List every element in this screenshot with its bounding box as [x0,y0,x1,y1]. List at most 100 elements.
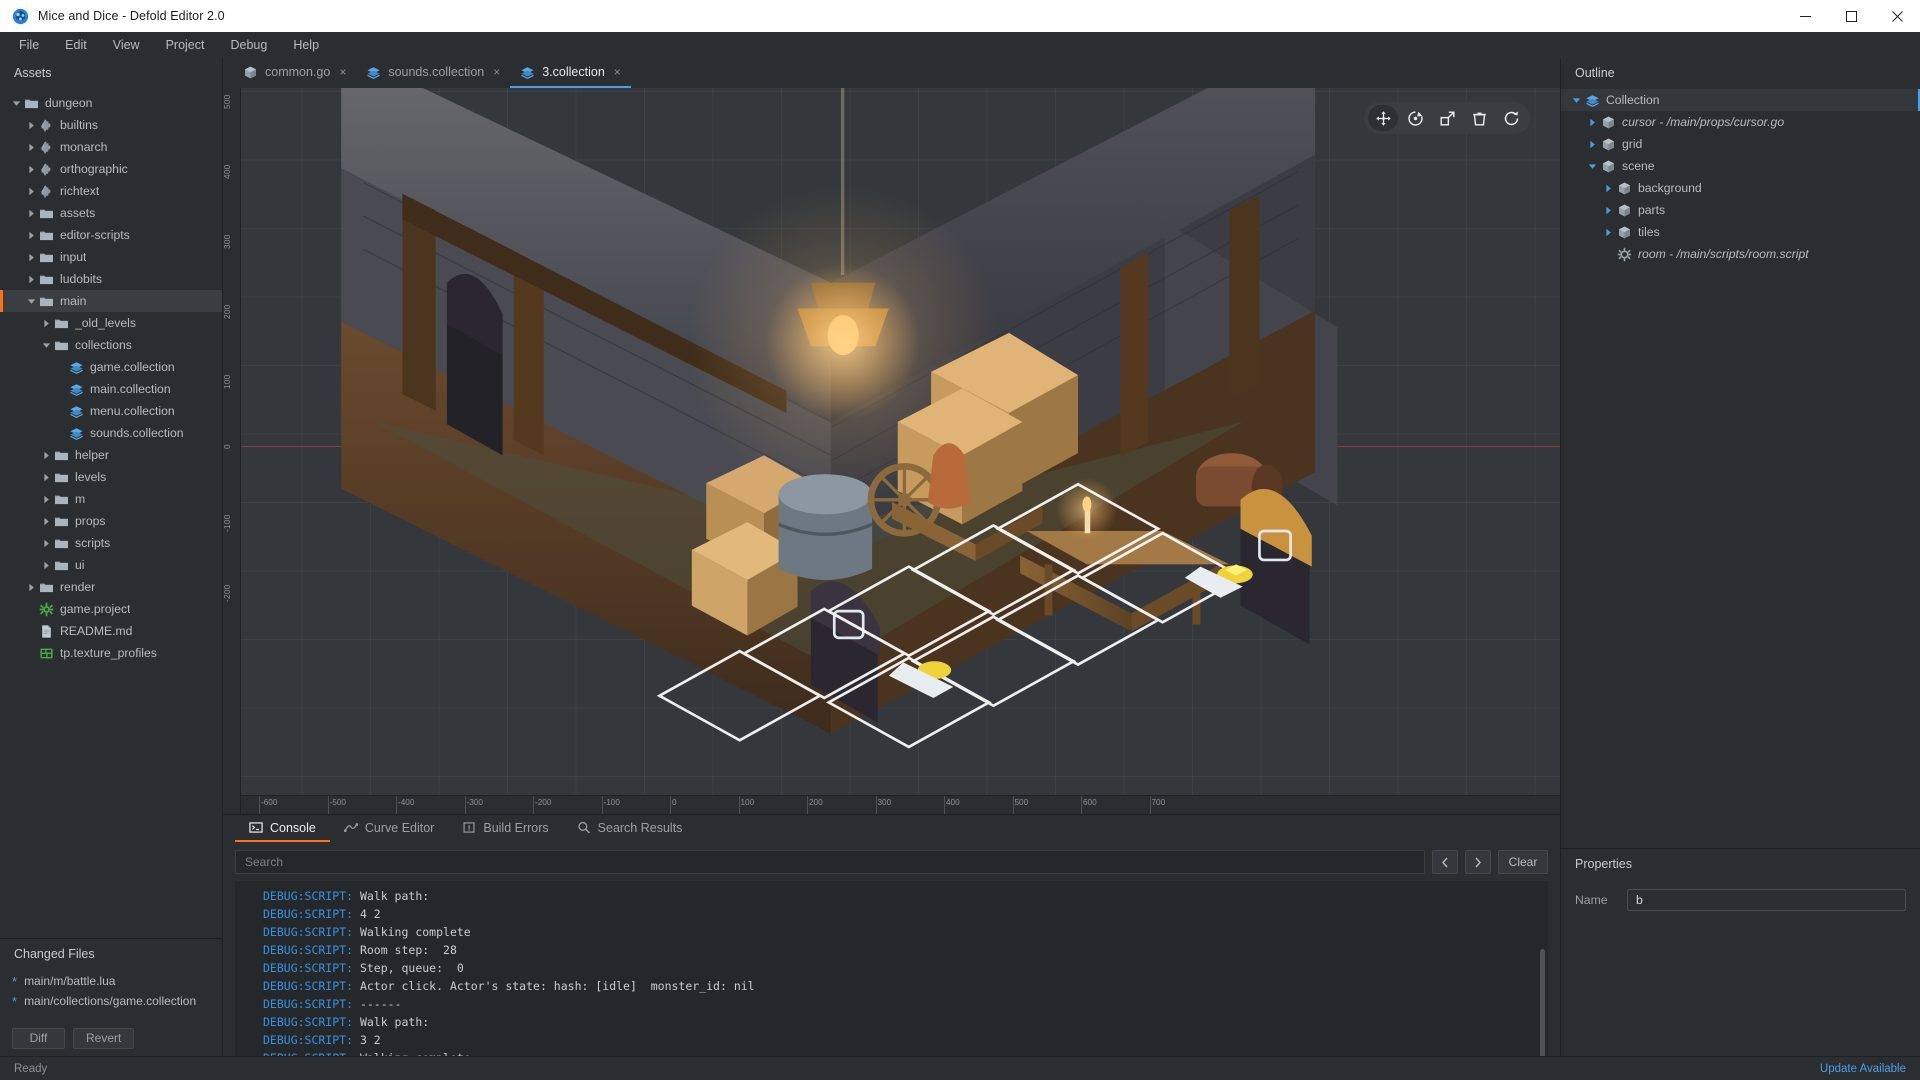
rotate-icon[interactable] [1400,105,1430,131]
maximize-icon[interactable] [1828,0,1874,32]
asset-tree-item[interactable]: collections [0,334,222,356]
twisty-icon[interactable] [1585,118,1599,127]
name-property-input[interactable] [1627,889,1906,911]
outline-tree-item[interactable]: grid [1561,133,1920,155]
move-icon[interactable] [1368,105,1398,131]
twisty-icon[interactable] [40,319,53,328]
asset-tree-item[interactable]: README.md [0,620,222,642]
twisty-icon[interactable] [1569,96,1583,105]
update-available-link[interactable]: Update Available [1820,1063,1906,1075]
twisty-icon[interactable] [1585,140,1599,149]
asset-tree-item[interactable]: richtext [0,180,222,202]
menu-file[interactable]: File [6,34,52,56]
asset-tree-item[interactable]: scripts [0,532,222,554]
editor-tab[interactable]: 3.collection × [510,58,631,88]
twisty-icon[interactable] [1601,228,1615,237]
clear-console-button[interactable]: Clear [1498,850,1548,874]
close-tab-icon[interactable]: × [493,65,500,79]
twisty-icon[interactable] [40,495,53,504]
console-output[interactable]: DEBUG:SCRIPT: Walk path: DEBUG:SCRIPT: 4 … [235,881,1548,1056]
menu-help[interactable]: Help [280,34,332,56]
asset-tree-item[interactable]: main [0,290,222,312]
twisty-icon[interactable] [25,121,38,130]
menu-debug[interactable]: Debug [217,34,280,56]
viewport-toolbar[interactable] [1364,102,1530,134]
dock-tab-bar[interactable]: Console Curve Editor Build Errors Search Re… [223,815,1560,842]
asset-tree-item[interactable]: helper [0,444,222,466]
assets-tree[interactable]: dungeon builtins monarch orthographic richte… [0,88,222,938]
asset-tree-item[interactable]: ui [0,554,222,576]
asset-tree-item[interactable]: monarch [0,136,222,158]
twisty-icon[interactable] [25,275,38,284]
asset-tree-item[interactable]: render [0,576,222,598]
revert-button[interactable]: Revert [73,1027,135,1049]
asset-tree-item[interactable]: tp.texture_profiles [0,642,222,664]
dock-tab[interactable]: Build Errors [448,815,562,842]
minimize-icon[interactable] [1782,0,1828,32]
asset-tree-item[interactable]: builtins [0,114,222,136]
dock-tab[interactable]: Console [235,815,330,842]
outline-tree-item[interactable]: scene [1561,155,1920,177]
menu-edit[interactable]: Edit [52,34,100,56]
editor-tab-bar[interactable]: common.go × sounds.collection × 3.collection… [223,58,1560,88]
outline-tree[interactable]: Collection cursor - /main/props/cursor.go… [1561,88,1920,848]
twisty-icon[interactable] [40,473,53,482]
asset-tree-item[interactable]: m [0,488,222,510]
reload-icon[interactable] [1496,105,1526,131]
twisty-icon[interactable] [40,561,53,570]
asset-tree-item[interactable]: menu.collection [0,400,222,422]
twisty-icon[interactable] [25,297,38,306]
previous-match-button[interactable] [1432,850,1458,874]
changed-file-row[interactable]: * main/m/battle.lua [0,971,222,991]
close-tab-icon[interactable]: × [339,65,346,79]
asset-tree-item[interactable]: assets [0,202,222,224]
menu-view[interactable]: View [100,34,153,56]
asset-tree-item[interactable]: editor-scripts [0,224,222,246]
twisty-icon[interactable] [25,583,38,592]
twisty-icon[interactable] [25,187,38,196]
asset-tree-item[interactable]: game.project [0,598,222,620]
diff-button[interactable]: Diff [12,1027,65,1049]
outline-tree-item[interactable]: room - /main/scripts/room.script [1561,243,1920,265]
console-search-input[interactable] [235,850,1425,874]
close-tab-icon[interactable]: × [614,65,621,79]
delete-icon[interactable] [1464,105,1494,131]
asset-tree-item[interactable]: game.collection [0,356,222,378]
twisty-icon[interactable] [25,231,38,240]
asset-tree-item[interactable]: main.collection [0,378,222,400]
asset-tree-item[interactable]: levels [0,466,222,488]
editor-tab[interactable]: common.go × [233,58,356,88]
twisty-icon[interactable] [25,253,38,262]
outline-tree-item[interactable]: Collection [1561,89,1920,111]
twisty-icon[interactable] [25,209,38,218]
asset-tree-item[interactable]: props [0,510,222,532]
twisty-icon[interactable] [1585,162,1599,171]
close-icon[interactable] [1874,0,1920,32]
twisty-icon[interactable] [25,165,38,174]
twisty-icon[interactable] [40,539,53,548]
asset-tree-item[interactable]: input [0,246,222,268]
console-scrollbar[interactable] [1540,949,1545,1056]
next-match-button[interactable] [1465,850,1491,874]
changed-files-list[interactable]: * main/m/battle.lua * main/collections/game… [0,969,222,1026]
outline-tree-item[interactable]: tiles [1561,221,1920,243]
asset-tree-item[interactable]: dungeon [0,92,222,114]
asset-tree-item[interactable]: _old_levels [0,312,222,334]
outline-tree-item[interactable]: cursor - /main/props/cursor.go [1561,111,1920,133]
scene-canvas[interactable] [241,88,1560,795]
outline-tree-item[interactable]: parts [1561,199,1920,221]
outline-tree-item[interactable]: background [1561,177,1920,199]
asset-tree-item[interactable]: orthographic [0,158,222,180]
twisty-icon[interactable] [25,143,38,152]
twisty-icon[interactable] [40,517,53,526]
twisty-icon[interactable] [10,99,23,108]
twisty-icon[interactable] [1601,184,1615,193]
changed-file-row[interactable]: * main/collections/game.collection [0,991,222,1011]
editor-tab[interactable]: sounds.collection × [356,58,510,88]
twisty-icon[interactable] [40,451,53,460]
scale-icon[interactable] [1432,105,1462,131]
asset-tree-item[interactable]: sounds.collection [0,422,222,444]
asset-tree-item[interactable]: ludobits [0,268,222,290]
twisty-icon[interactable] [1601,206,1615,215]
twisty-icon[interactable] [40,341,53,350]
